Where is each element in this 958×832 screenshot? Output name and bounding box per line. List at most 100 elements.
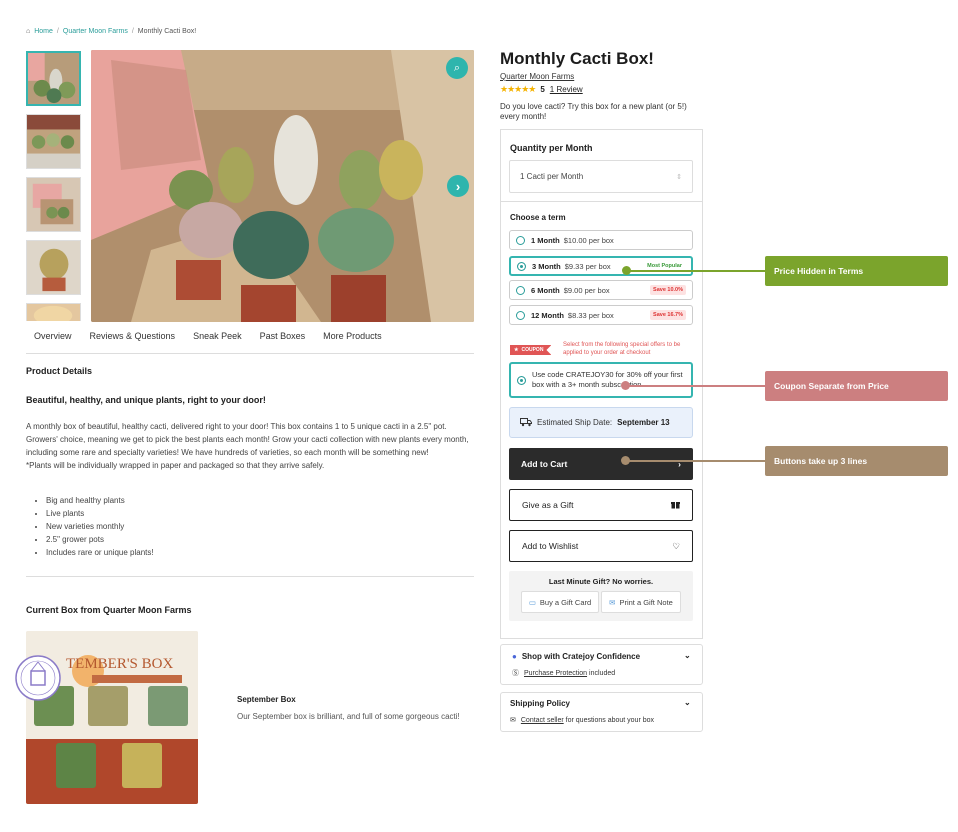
list-item: New varieties monthly [46, 520, 154, 533]
give-as-gift-button[interactable]: Give as a Gift [509, 489, 693, 521]
coupon-note: Select from the following special offers… [563, 342, 681, 356]
term-price: $8.33 per box [567, 310, 614, 320]
tab-sneak-peek[interactable]: Sneak Peek [193, 331, 242, 341]
chevron-down-icon[interactable]: ⌄ [684, 698, 691, 707]
shipping-policy-rest: for questions about your box [565, 716, 655, 724]
list-item: Big and healthy plants [46, 494, 154, 507]
confidence-sub: Ⓢ Purchase Protection included [512, 668, 615, 678]
cacti-box-photo [91, 50, 474, 322]
seller-link[interactable]: Quarter Moon Farms [500, 72, 574, 81]
mail-icon: ✉ [510, 717, 516, 724]
shipping-policy-title: Shipping Policy [510, 699, 571, 708]
term-option-1-month[interactable]: 1 Month $10.00 per box [509, 230, 693, 250]
radio-selected-icon [517, 261, 526, 271]
term-price: $9.33 per box [564, 261, 611, 271]
gift-note-icon: ✉ [609, 597, 616, 607]
next-image-button[interactable]: › [447, 175, 469, 197]
tab-past-boxes[interactable]: Past Boxes [260, 331, 306, 341]
select-arrows-icon: ⇕ [676, 173, 682, 181]
description-body: A monthly box of beautiful, healthy cact… [26, 422, 469, 457]
confidence-title: Shop with Cratejoy Confidence [521, 652, 641, 661]
confidence-accordion[interactable] [500, 644, 703, 685]
buy-gift-card-button[interactable]: ▭ Buy a Gift Card [521, 591, 599, 613]
annotation-line [626, 385, 766, 387]
tab-overview[interactable]: Overview [34, 331, 72, 341]
shipping-policy-accordion[interactable] [500, 692, 703, 732]
radio-icon [516, 310, 525, 320]
add-to-cart-button[interactable]: Add to Cart › [509, 448, 693, 480]
list-item: Live plants [46, 507, 154, 520]
tab-reviews[interactable]: Reviews & Questions [90, 331, 176, 341]
thumbnail-3[interactable] [26, 177, 81, 232]
term-label: 12 Month [531, 310, 564, 320]
quantity-heading: Quantity per Month [510, 143, 593, 153]
thumbnail-image [27, 304, 80, 321]
chevron-down-icon[interactable]: ⌄ [684, 651, 691, 660]
term-option-3-month[interactable]: 3 Month $9.33 per box Most Popular [509, 256, 693, 276]
dollar-icon: Ⓢ [512, 670, 519, 677]
breadcrumb-separator: / [56, 28, 59, 35]
september-box-description: Our September box is brilliant, and full… [237, 712, 460, 721]
term-label: 3 Month [532, 261, 561, 271]
list-item: 2.5" grower pots [46, 533, 154, 546]
breadcrumb-separator: / [131, 28, 134, 35]
shipping-policy-sub: ✉ Contact seller for questions about you… [510, 716, 655, 725]
panel-divider [500, 201, 703, 202]
product-tabs: Overview Reviews & Questions Sneak Peek … [26, 331, 482, 341]
contact-seller-link[interactable]: Contact seller [521, 717, 564, 724]
annotation-buttons-lines: Buttons take up 3 lines [765, 446, 948, 476]
breadcrumb-vendor[interactable]: Quarter Moon Farms [63, 28, 128, 35]
ship-date-value: September 13 [617, 418, 670, 427]
home-icon[interactable]: ⌂ [26, 28, 30, 35]
product-description: A monthly box of beautiful, healthy cact… [26, 420, 471, 472]
breadcrumb-home[interactable]: Home [34, 28, 53, 35]
description-note: *Plants will be individually wrapped in … [26, 461, 325, 470]
print-gift-note-button[interactable]: ✉ Print a Gift Note [601, 591, 681, 613]
box-image-title: TEMBER'S BOX [66, 656, 173, 672]
list-item: Includes rare or unique plants! [46, 546, 154, 559]
section-divider [26, 576, 474, 577]
thumbnail-2[interactable] [26, 114, 81, 169]
zoom-icon[interactable]: ⌕ [446, 57, 468, 79]
term-price: $10.00 per box [563, 235, 614, 245]
gift-icon [671, 500, 680, 511]
reviews-link[interactable]: 1 Review [550, 85, 583, 94]
add-to-wishlist-label: Add to Wishlist [522, 541, 579, 551]
current-box-heading: Current Box from Quarter Moon Farms [26, 605, 192, 615]
term-option-12-month[interactable]: 12 Month $8.33 per box Save 16.7% [509, 305, 693, 325]
add-to-wishlist-button[interactable]: Add to Wishlist ♡ [509, 530, 693, 562]
thumbnail-1[interactable] [26, 51, 81, 106]
quantity-select[interactable]: 1 Cacti per Month ⇕ [509, 160, 693, 193]
term-label: 6 Month [531, 285, 560, 295]
add-to-cart-label: Add to Cart [521, 459, 568, 469]
annotation-dot [622, 266, 631, 275]
thumbnail-image [28, 53, 79, 104]
annotation-dot [621, 456, 630, 465]
purchase-protection-link[interactable]: Purchase Protection [524, 670, 587, 677]
thumbnail-strip [26, 51, 83, 321]
thumbnail-5[interactable] [26, 303, 81, 321]
product-title: Monthly Cacti Box! [500, 49, 654, 68]
product-blurb: Do you love cacti? Try this box for a ne… [500, 102, 687, 121]
coupon-option[interactable]: Use code CRATEJOY30 for 30% off your fir… [509, 362, 693, 398]
breadcrumb-current: Monthly Cacti Box! [137, 28, 197, 35]
current-box-badge [15, 655, 61, 701]
star-rating-icon: ★★★★★ [500, 84, 536, 94]
give-as-gift-label: Give as a Gift [522, 500, 574, 510]
gift-card-icon: ▭ [528, 597, 536, 607]
truck-icon [520, 417, 532, 429]
rating: ★★★★★ 5 1 Review [500, 84, 583, 95]
thumbnail-4[interactable] [26, 240, 81, 295]
radio-icon [516, 235, 525, 245]
annotation-coupon-separate: Coupon Separate from Price [765, 371, 948, 401]
product-subheading: Beautiful, healthy, and unique plants, r… [26, 395, 266, 405]
print-gift-note-label: Print a Gift Note [619, 597, 673, 607]
shield-check-icon: ● [512, 652, 517, 661]
tab-more-products[interactable]: More Products [323, 331, 382, 341]
product-main-image[interactable]: ⌕ › [91, 50, 474, 322]
annotation-line [626, 270, 766, 272]
annotation-line [626, 460, 766, 462]
term-option-6-month[interactable]: 6 Month $9.00 per box Save 10.0% [509, 280, 693, 300]
product-details-heading: Product Details [26, 366, 93, 376]
radio-selected-icon [517, 375, 526, 385]
